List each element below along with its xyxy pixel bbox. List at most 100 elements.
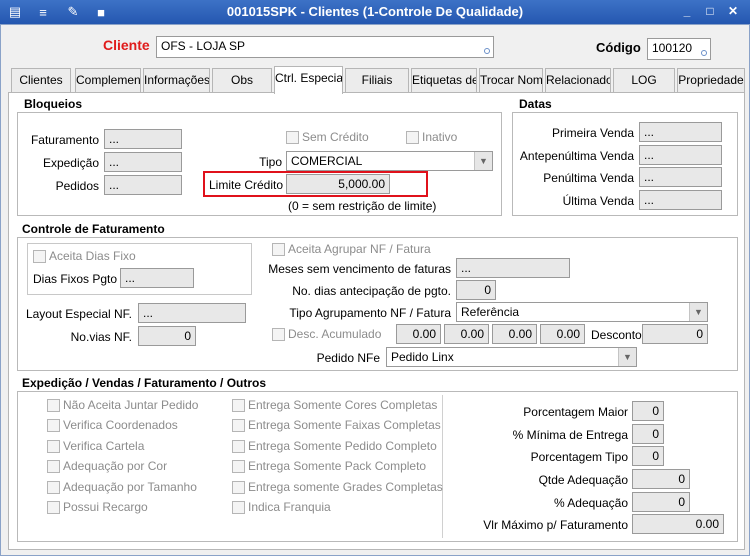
tipo-agrupamento-value: Referência — [461, 305, 520, 319]
traffic-light-icon[interactable]: ≡ — [34, 3, 52, 21]
expedicao-input[interactable]: ... — [104, 152, 182, 172]
faixas-completas-label: Entrega Somente Faixas Completas — [248, 418, 441, 432]
possui-recargo-checkbox[interactable] — [47, 501, 60, 514]
dias-antecipacao-input[interactable]: 0 — [456, 280, 496, 300]
verifica-cartela-label: Verifica Cartela — [63, 439, 145, 453]
tab-informacoes[interactable]: Informações — [143, 68, 210, 92]
aceita-agrupar-label: Aceita Agrupar NF / Fatura — [288, 242, 431, 256]
aceita-agrupar-checkbox[interactable] — [272, 243, 285, 256]
title-bar: ▤ ≡ ✎ ■ 001015SPK - Clientes (1-Controle… — [0, 0, 750, 24]
book-icon[interactable]: ■ — [92, 3, 110, 21]
pack-completo-label: Entrega Somente Pack Completo — [248, 459, 427, 473]
vlr-maximo-label: Vlr Máximo p/ Faturamento — [483, 518, 628, 532]
vlr-maximo-input[interactable]: 0.00 — [632, 514, 724, 534]
export-icon[interactable]: ▤ — [6, 3, 24, 21]
chevron-down-icon: ▼ — [618, 348, 636, 366]
dias-fixos-pgto-input[interactable]: ... — [120, 268, 194, 288]
cliente-label: Cliente — [103, 37, 150, 53]
codigo-label: Código — [596, 40, 641, 55]
perc-adequacao-input[interactable]: 0 — [632, 492, 690, 512]
meses-sem-vencimento-label: Meses sem vencimento de faturas — [268, 262, 451, 276]
aceita-dias-fixo-checkbox[interactable] — [33, 250, 46, 263]
chevron-down-icon: ▼ — [689, 303, 707, 321]
desc-acumulado-3-input[interactable]: 0.00 — [492, 324, 537, 344]
tipo-value: COMERCIAL — [291, 154, 363, 168]
tab-log[interactable]: LOG — [613, 68, 675, 92]
codigo-input[interactable]: 100120 — [647, 38, 711, 60]
close-button[interactable]: ✕ — [724, 3, 742, 20]
faturamento-label: Faturamento — [30, 133, 99, 147]
tab-trocar-nome[interactable]: Trocar Nome — [479, 68, 543, 92]
meses-sem-vencimento-input[interactable]: ... — [456, 258, 570, 278]
desc-acumulado-1-input[interactable]: 0.00 — [396, 324, 441, 344]
lookup-icon — [701, 50, 707, 56]
sem-credito-label: Sem Crédito — [302, 130, 369, 144]
no-vias-label: No.vias NF. — [70, 330, 132, 344]
adequacao-cor-checkbox[interactable] — [47, 460, 60, 473]
penultima-venda-input[interactable]: ... — [639, 167, 722, 187]
minimize-button[interactable]: _ — [678, 3, 696, 20]
adequacao-tamanho-checkbox[interactable] — [47, 481, 60, 494]
maximize-button[interactable]: □ — [701, 3, 719, 20]
layout-especial-input[interactable]: ... — [138, 303, 246, 323]
tab-clientes[interactable]: Clientes — [11, 68, 71, 92]
possui-recargo-label: Possui Recargo — [63, 500, 148, 514]
cliente-value: OFS - LOJA SP — [161, 39, 246, 53]
desconto-input[interactable]: 0 — [642, 324, 708, 344]
pack-completo-checkbox[interactable] — [232, 460, 245, 473]
cores-completas-checkbox[interactable] — [232, 399, 245, 412]
nao-aceita-juntar-checkbox[interactable] — [47, 399, 60, 412]
indica-franquia-checkbox[interactable] — [232, 501, 245, 514]
limite-note: (0 = sem restrição de limite) — [288, 199, 437, 213]
pedido-completo-checkbox[interactable] — [232, 440, 245, 453]
tipo-agrupamento-select[interactable]: Referência ▼ — [456, 302, 708, 322]
limite-credito-input[interactable]: 5,000.00 — [286, 174, 390, 194]
faturamento-input[interactable]: ... — [104, 129, 182, 149]
tab-ctrl-especial[interactable]: Ctrl. Especia — [274, 66, 343, 94]
datas-title: Datas — [519, 97, 552, 111]
expedicao-label: Expedição — [42, 156, 99, 170]
adequacao-cor-label: Adequação por Cor — [63, 459, 168, 473]
aceita-dias-fixo-label: Aceita Dias Fixo — [49, 249, 136, 263]
nao-aceita-juntar-label: Não Aceita Juntar Pedido — [63, 398, 199, 412]
inativo-label: Inativo — [422, 130, 458, 144]
tab-propriedade[interactable]: Propriedade — [677, 68, 745, 92]
indica-franquia-label: Indica Franquia — [248, 500, 331, 514]
pedido-nfe-label: Pedido NFe — [316, 351, 380, 365]
tipo-select[interactable]: COMERCIAL ▼ — [286, 151, 493, 171]
tools-icon[interactable]: ✎ — [64, 3, 82, 21]
pedidos-input[interactable]: ... — [104, 175, 182, 195]
tab-filiais[interactable]: Filiais — [345, 68, 409, 92]
verifica-cartela-checkbox[interactable] — [47, 440, 60, 453]
pedido-completo-label: Entrega Somente Pedido Completo — [248, 439, 437, 453]
antepenultima-venda-input[interactable]: ... — [639, 145, 722, 165]
limite-credito-label: Limite Crédito — [209, 178, 284, 192]
tab-obs[interactable]: Obs — [212, 68, 272, 92]
porcentagem-maior-input[interactable]: 0 — [632, 401, 664, 421]
cliente-input[interactable]: OFS - LOJA SP — [156, 36, 494, 58]
desc-acumulado-2-input[interactable]: 0.00 — [444, 324, 489, 344]
dias-antecipacao-label: No. dias antecipação de pgto. — [292, 284, 451, 298]
desconto-label: Desconto — [591, 328, 642, 342]
controle-faturamento-title: Controle de Faturamento — [22, 222, 165, 236]
expedicao-title: Expedição / Vendas / Faturamento / Outro… — [22, 376, 267, 390]
tab-complement[interactable]: Complement — [75, 68, 141, 92]
desc-acumulado-4-input[interactable]: 0.00 — [540, 324, 585, 344]
tab-etiquetas[interactable]: Etiquetas de — [411, 68, 477, 92]
no-vias-input[interactable]: 0 — [138, 326, 196, 346]
faixas-completas-checkbox[interactable] — [232, 419, 245, 432]
grades-completas-checkbox[interactable] — [232, 481, 245, 494]
inativo-checkbox[interactable] — [406, 131, 419, 144]
ultima-venda-input[interactable]: ... — [639, 190, 722, 210]
tab-relacionado[interactable]: Relacionado — [545, 68, 611, 92]
pedido-nfe-select[interactable]: Pedido Linx ▼ — [386, 347, 637, 367]
expedicao-divider — [442, 395, 443, 538]
verifica-coordenados-checkbox[interactable] — [47, 419, 60, 432]
primeira-venda-input[interactable]: ... — [639, 122, 722, 142]
sem-credito-checkbox[interactable] — [286, 131, 299, 144]
perc-adequacao-label: % Adequação — [553, 496, 628, 510]
qtde-adequacao-input[interactable]: 0 — [632, 469, 690, 489]
desc-acumulado-checkbox[interactable] — [272, 328, 285, 341]
minima-entrega-input[interactable]: 0 — [632, 424, 664, 444]
porcentagem-tipo-input[interactable]: 0 — [632, 446, 664, 466]
